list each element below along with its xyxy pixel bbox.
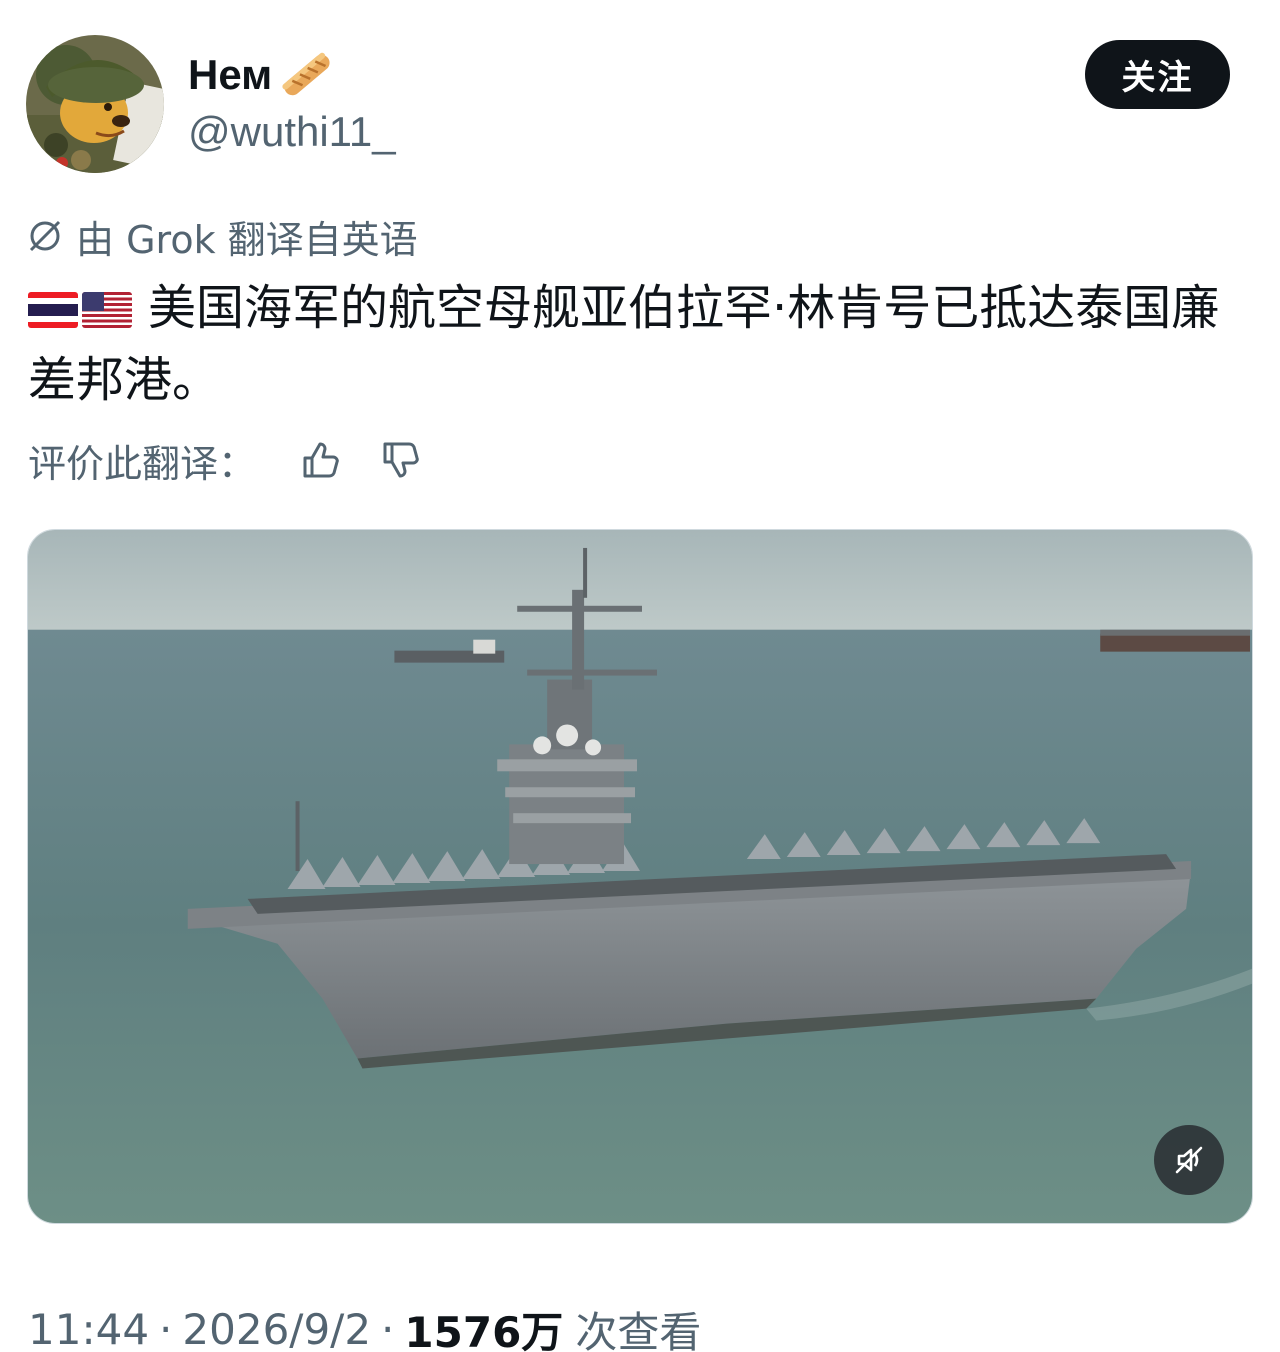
rate-translation: 评价此翻译： <box>28 432 456 488</box>
grok-translate-icon <box>26 217 64 255</box>
mute-button[interactable] <box>1154 1125 1224 1195</box>
separator: · <box>381 1304 395 1352</box>
tweet-text: 美国海军的航空母舰亚伯拉罕·林肯号已抵达泰国廉差邦港。 <box>28 272 1238 416</box>
muted-speaker-icon <box>1175 1146 1203 1174</box>
views-label: 次查看 <box>575 1307 702 1352</box>
baguette-icon <box>278 48 336 102</box>
handle[interactable]: @wuthi11_ <box>188 104 396 160</box>
follow-button[interactable]: 关注 <box>1085 40 1230 109</box>
avatar-image <box>26 35 164 173</box>
translation-note-text: 由 Grok 翻译自英语 <box>76 217 418 262</box>
views-count[interactable]: 1576万 <box>404 1299 563 1352</box>
video-player[interactable] <box>27 529 1253 1224</box>
thailand-flag <box>28 292 78 328</box>
avatar[interactable] <box>26 35 164 173</box>
tweet-date[interactable]: 2026/9/2 <box>182 1305 371 1352</box>
separator: · <box>159 1304 173 1352</box>
flags <box>28 272 136 344</box>
translation-note[interactable]: 由 Grok 翻译自英语 <box>26 210 418 262</box>
usa-flag <box>82 292 132 328</box>
aircraft-carrier-video-frame <box>28 530 1252 1223</box>
tweet-time[interactable]: 11:44 <box>28 1305 149 1352</box>
tweet-body: 美国海军的航空母舰亚伯拉罕·林肯号已抵达泰国廉差邦港。 <box>28 280 1220 408</box>
thumbs-up-icon[interactable] <box>296 435 346 485</box>
display-name[interactable]: Нем <box>188 48 336 102</box>
thumbs-down-icon[interactable] <box>376 435 426 485</box>
tweet-meta: 11:44 · 2026/9/2 · 1576万 次查看 <box>28 1300 701 1352</box>
rate-translation-label: 评价此翻译： <box>28 441 257 486</box>
display-name-text: Нем <box>188 51 273 98</box>
